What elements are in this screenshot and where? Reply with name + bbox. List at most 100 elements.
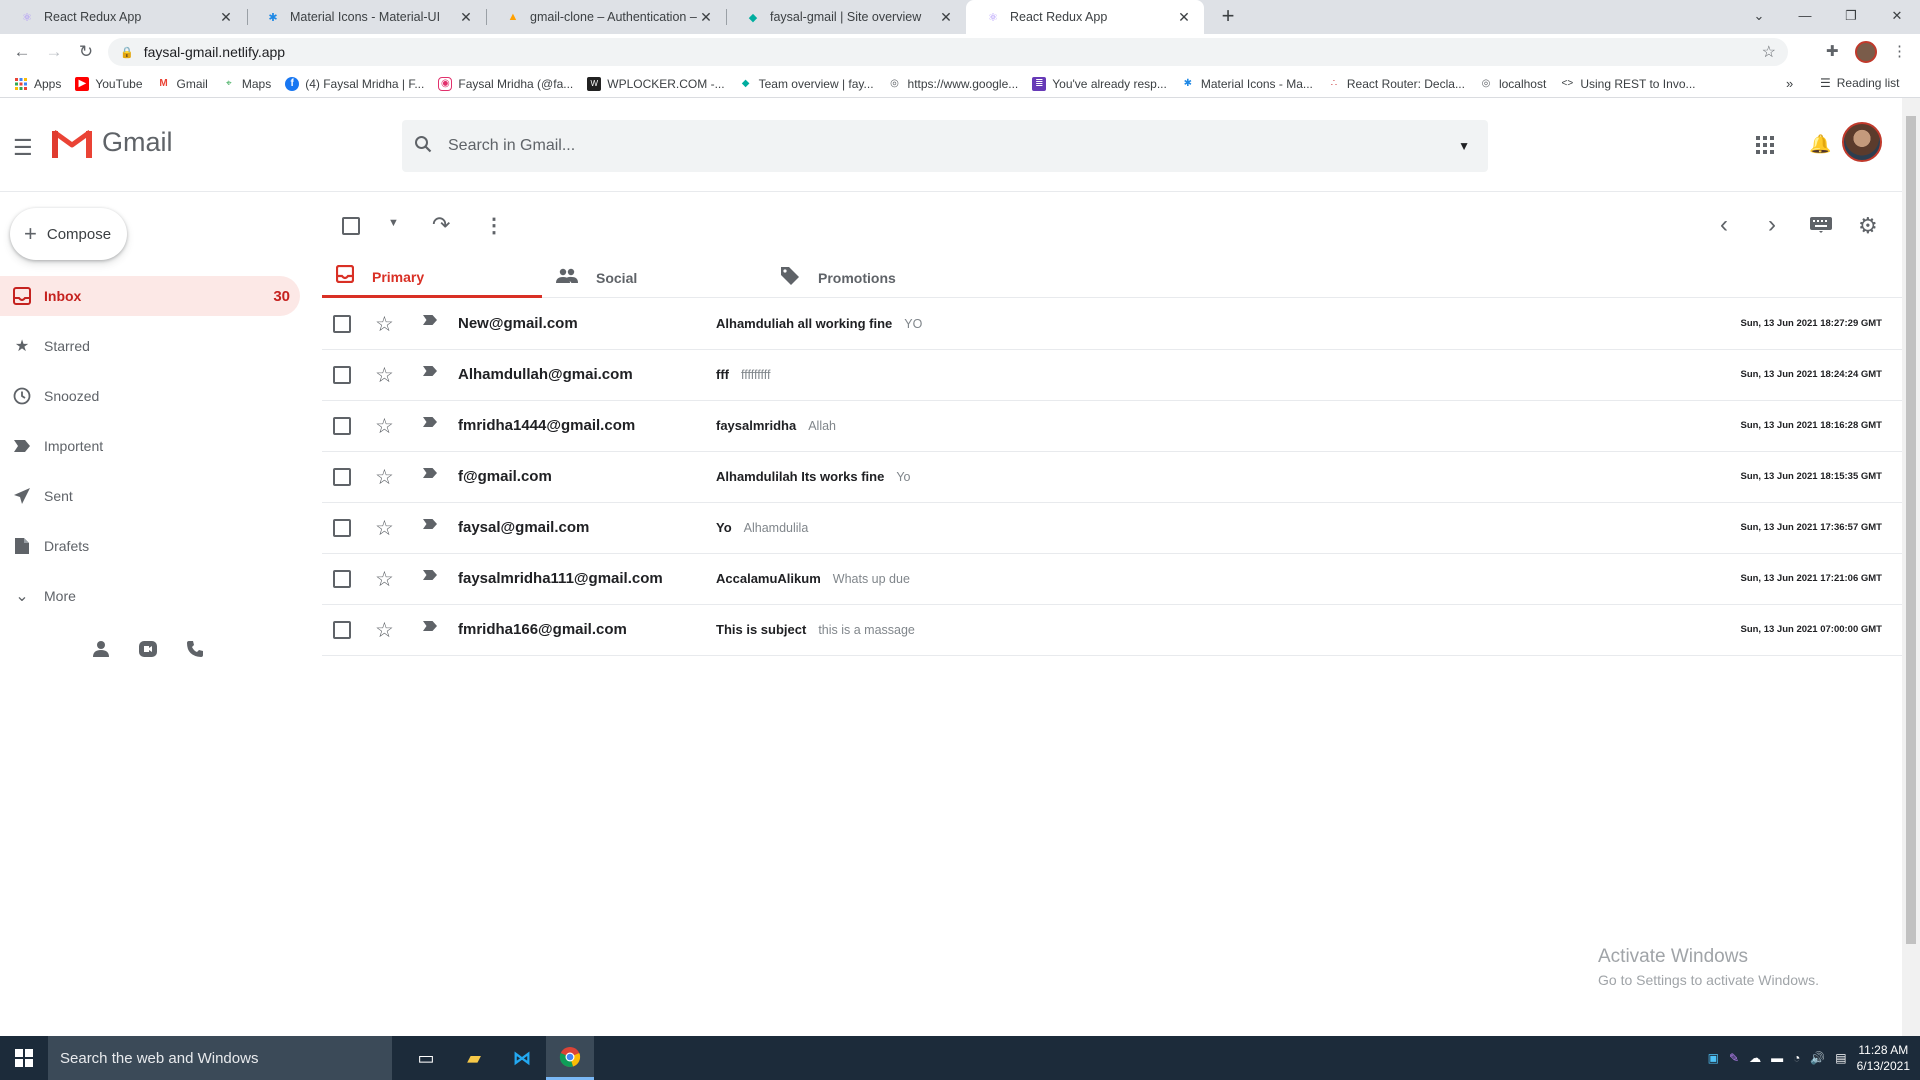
reload-icon[interactable]: ↻ xyxy=(74,40,98,64)
gmail-logo[interactable]: Gmail xyxy=(52,127,173,158)
close-tab-icon[interactable]: ✕ xyxy=(698,9,714,26)
email-row[interactable]: ☆ fmridha166@gmail.com This is subject this… xyxy=(322,605,1902,656)
action-center-icon[interactable]: ▤ xyxy=(1835,1051,1846,1065)
browser-tab-active[interactable]: ⚛ React Redux App ✕ xyxy=(966,0,1204,34)
bookmark-google[interactable]: ◎ https://www.google... xyxy=(888,77,1018,91)
chevron-right-icon[interactable]: › xyxy=(1768,211,1776,239)
row-checkbox[interactable] xyxy=(333,315,351,333)
search-options-dropdown-icon[interactable]: ▼ xyxy=(1458,139,1470,153)
bookmark-rest[interactable]: <> Using REST to Invo... xyxy=(1560,77,1695,91)
keyboard-icon[interactable] xyxy=(1810,217,1832,238)
star-outline-icon[interactable]: ☆ xyxy=(375,567,394,592)
chevron-left-icon[interactable]: ‹ xyxy=(1720,211,1728,239)
pen-icon[interactable]: ✎ xyxy=(1729,1051,1739,1065)
label-important-icon[interactable] xyxy=(422,466,438,482)
email-row[interactable]: ☆ faysal@gmail.com Yo Alhamdulila Sun, 13 Ju… xyxy=(322,503,1902,554)
taskbar-search-input[interactable]: Search the web and Windows xyxy=(48,1036,392,1080)
bookmark-star-icon[interactable]: ☆ xyxy=(1762,42,1776,62)
bookmark-wplocker[interactable]: W WPLOCKER.COM -... xyxy=(587,76,725,91)
browser-tab[interactable]: ▲ gmail-clone – Authentication – F ✕ xyxy=(486,0,726,34)
close-window-icon[interactable]: ✕ xyxy=(1874,0,1920,34)
volume-icon[interactable]: 🔊 xyxy=(1810,1051,1825,1065)
sidebar-item-important[interactable]: Importent xyxy=(0,426,300,466)
bookmarks-more-icon[interactable]: » xyxy=(1786,76,1793,91)
extensions-icon[interactable]: ✚ xyxy=(1826,42,1839,60)
sidebar-item-drafts[interactable]: Drafets xyxy=(0,526,300,566)
sidebar-item-snoozed[interactable]: Snoozed xyxy=(0,376,300,416)
file-explorer-icon[interactable]: ▰ xyxy=(450,1036,498,1080)
more-vert-icon[interactable]: ⋮ xyxy=(484,213,504,238)
row-checkbox[interactable] xyxy=(333,366,351,384)
sidebar-item-inbox[interactable]: Inbox 30 xyxy=(0,276,300,316)
search-bar[interactable]: Search in Gmail... ▼ xyxy=(402,120,1488,172)
new-tab-button[interactable]: + xyxy=(1216,5,1240,29)
bookmark-instagram[interactable]: ◉ Faysal Mridha (@fa... xyxy=(438,76,573,91)
star-outline-icon[interactable]: ☆ xyxy=(375,465,394,490)
battery-icon[interactable]: ▬ xyxy=(1771,1051,1783,1065)
browser-tab[interactable]: ◆ faysal-gmail | Site overview ✕ xyxy=(726,0,966,34)
row-checkbox[interactable] xyxy=(333,468,351,486)
email-row[interactable]: ☆ faysalmridha111@gmail.com AccalamuAlikum… xyxy=(322,554,1902,605)
menu-icon[interactable]: ☰ xyxy=(13,135,33,161)
label-important-icon[interactable] xyxy=(422,568,438,584)
row-checkbox[interactable] xyxy=(333,621,351,639)
email-row[interactable]: ☆ f@gmail.com Alhamdulilah Its works fine Y… xyxy=(322,452,1902,503)
bookmark-material-icons[interactable]: ✱ Material Icons - Ma... xyxy=(1181,77,1313,91)
sidebar-item-starred[interactable]: ★ Starred xyxy=(0,326,300,366)
row-checkbox[interactable] xyxy=(333,519,351,537)
onedrive-icon[interactable]: ☁ xyxy=(1749,1051,1761,1065)
tab-primary[interactable]: Primary xyxy=(322,258,542,298)
close-tab-icon[interactable]: ✕ xyxy=(1176,9,1192,26)
browser-menu-icon[interactable]: ⋮ xyxy=(1892,42,1907,60)
email-row[interactable]: ☆ Alhamdullah@gmai.com fff fffffffff Sun, 13… xyxy=(322,350,1902,401)
address-bar[interactable]: 🔒 faysal-gmail.netlify.app ☆ xyxy=(108,38,1788,66)
back-icon[interactable]: ← xyxy=(10,40,34,64)
lock-icon[interactable]: 🔒 xyxy=(120,46,134,59)
bookmark-netlify[interactable]: ◆ Team overview | fay... xyxy=(739,77,874,91)
select-all-checkbox[interactable] xyxy=(342,217,360,235)
email-row[interactable]: ☆ fmridha1444@gmail.com faysalmridha Allah S… xyxy=(322,401,1902,452)
tab-search-icon[interactable]: ⌄ xyxy=(1736,0,1782,34)
google-apps-icon[interactable] xyxy=(1756,136,1774,159)
label-important-icon[interactable] xyxy=(422,364,438,380)
bookmark-gmail[interactable]: M Gmail xyxy=(157,77,208,91)
star-outline-icon[interactable]: ☆ xyxy=(375,312,394,337)
reading-list-button[interactable]: ☰ Reading list xyxy=(1820,76,1899,90)
bookmark-localhost[interactable]: ◎ localhost xyxy=(1479,77,1547,91)
windows-start-icon[interactable] xyxy=(0,1036,48,1080)
settings-gear-icon[interactable]: ⚙ xyxy=(1858,213,1878,239)
phone-icon[interactable] xyxy=(186,640,204,663)
bookmark-youtube[interactable]: ▶ YouTube xyxy=(75,76,143,91)
bookmark-apps[interactable]: Apps xyxy=(14,77,61,91)
person-icon[interactable] xyxy=(92,640,110,663)
vscode-icon[interactable]: ⋈ xyxy=(498,1036,546,1080)
browser-tab[interactable]: ⚛ React Redux App ✕ xyxy=(0,0,246,34)
close-tab-icon[interactable]: ✕ xyxy=(458,9,474,26)
row-checkbox[interactable] xyxy=(333,417,351,435)
windows-defender-icon[interactable]: ▣ xyxy=(1708,1051,1719,1065)
select-options-dropdown-icon[interactable]: ▼ xyxy=(388,217,399,229)
bookmark-forms[interactable]: ≣ You've already resp... xyxy=(1032,76,1167,91)
bookmark-facebook[interactable]: f (4) Faysal Mridha | F... xyxy=(285,76,424,91)
bookmark-maps[interactable]: ⌖ Maps xyxy=(222,77,271,91)
taskbar-clock[interactable]: 11:28 AM 6/13/2021 xyxy=(1857,1042,1910,1074)
notifications-icon[interactable]: 🔔 xyxy=(1809,134,1831,155)
email-row[interactable]: ☆ New@gmail.com Alhamduliah all working fi… xyxy=(322,299,1902,350)
scrollbar-thumb[interactable] xyxy=(1906,116,1916,944)
search-input[interactable]: Search in Gmail... xyxy=(448,137,575,155)
tab-social[interactable]: Social xyxy=(556,258,756,298)
star-outline-icon[interactable]: ☆ xyxy=(375,414,394,439)
forward-icon[interactable]: → xyxy=(42,40,66,64)
maximize-icon[interactable]: ❐ xyxy=(1828,0,1874,34)
bookmark-react-router[interactable]: ∴ React Router: Decla... xyxy=(1327,77,1465,91)
task-view-icon[interactable]: ▭ xyxy=(402,1036,450,1080)
row-checkbox[interactable] xyxy=(333,570,351,588)
tab-promotions[interactable]: Promotions xyxy=(780,258,980,298)
sidebar-item-more[interactable]: ⌄ More xyxy=(0,576,300,616)
close-tab-icon[interactable]: ✕ xyxy=(218,9,234,26)
compose-button[interactable]: + Compose xyxy=(10,208,127,260)
minimize-icon[interactable]: — xyxy=(1782,0,1828,34)
account-avatar[interactable] xyxy=(1842,122,1882,162)
star-outline-icon[interactable]: ☆ xyxy=(375,516,394,541)
sidebar-item-sent[interactable]: Sent xyxy=(0,476,300,516)
